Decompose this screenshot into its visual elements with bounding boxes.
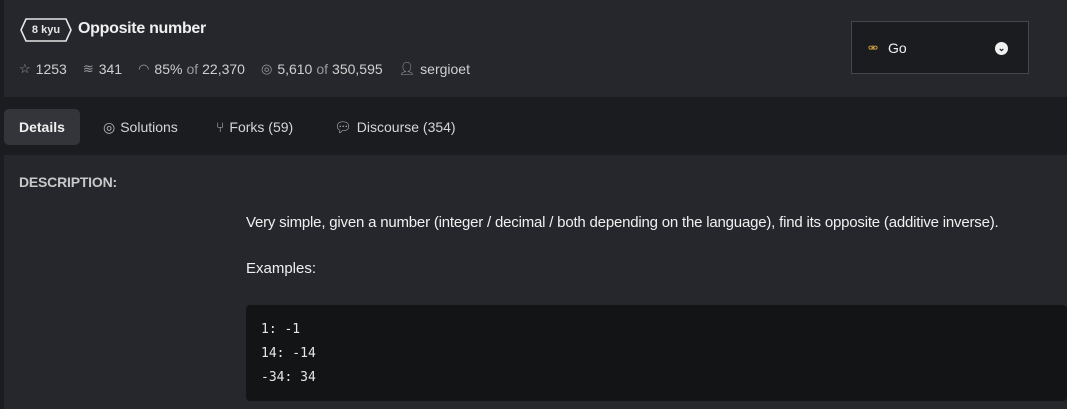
examples-label: Examples: (246, 260, 317, 277)
code-line: 14: -14 (261, 346, 316, 361)
tab-details-label: Details (19, 119, 65, 135)
completed-count: 5,610 (277, 61, 313, 77)
chevron-down-icon[interactable]: ⌄ (995, 42, 1008, 55)
rank-label: 8 kyu (31, 24, 61, 36)
stars-stat[interactable]: ☆ 1253 (19, 61, 67, 77)
language-selected-label: Go (888, 40, 907, 56)
tab-solutions[interactable]: ◎ Solutions (103, 109, 178, 145)
fork-icon: ⑂ (216, 119, 225, 135)
code-block: 1: -1 14: -14 -34: 34 (246, 305, 1067, 401)
satisfaction-of: of (186, 61, 199, 77)
target-icon: ◎ (103, 119, 116, 135)
layers-icon: ≋ (82, 61, 94, 76)
tab-discourse[interactable]: 💬︎ Discourse (354) (334, 109, 456, 145)
go-gopher-icon: ⚮ (868, 41, 879, 55)
code-line: 1: -1 (261, 322, 301, 337)
star-icon: ☆ (19, 61, 31, 76)
tab-forks[interactable]: ⑂ Forks (59) (216, 109, 293, 145)
description-text: Very simple, given a number (integer / d… (246, 214, 999, 231)
tab-solutions-label: Solutions (120, 119, 178, 135)
tab-details[interactable]: Details (4, 109, 80, 145)
description-panel: DESCRIPTION: Very simple, given a number… (4, 155, 1067, 409)
satisfaction-percent: 85% (154, 61, 183, 77)
user-icon: 👤︎ (398, 61, 416, 76)
code-line: -34: 34 (261, 370, 316, 385)
description-heading: DESCRIPTION: (19, 174, 117, 190)
chat-icon: 💬︎ (334, 119, 352, 135)
kata-stats: ☆ 1253 ≋ 341 ◠ 85% of 22,370 ◎ 5,610 of … (19, 61, 486, 77)
tab-forks-label: Forks (59) (229, 119, 294, 135)
tab-discourse-label: Discourse (354) (356, 119, 456, 135)
collections-stat[interactable]: ≋ 341 (83, 61, 122, 77)
author-name[interactable]: sergioet (420, 61, 470, 77)
completed-stat: ◎ 5,610 of 350,595 (261, 61, 383, 77)
target-icon: ◎ (260, 61, 273, 76)
collections-count: 341 (98, 61, 123, 77)
completed-of: of (316, 61, 329, 77)
kata-header: 8 kyu Opposite number ☆ 1253 ≋ 341 ◠ 85%… (4, 0, 1067, 97)
kata-tabs: Details ◎ Solutions ⑂ Forks (59) 💬︎ Discour… (4, 101, 1067, 152)
votes-count: 22,370 (202, 61, 245, 77)
kata-title[interactable]: Opposite number (78, 20, 206, 38)
language-select[interactable]: ⚮ Go ⌄ (851, 21, 1029, 74)
satisfaction-icon: ◠ (138, 61, 150, 76)
author-stat[interactable]: 👤︎ sergioet (399, 61, 470, 77)
satisfaction-stat: ◠ 85% of 22,370 (138, 61, 245, 77)
stars-count: 1253 (35, 61, 67, 77)
attempts-count: 350,595 (332, 61, 383, 77)
rank-badge: 8 kyu (20, 18, 72, 42)
